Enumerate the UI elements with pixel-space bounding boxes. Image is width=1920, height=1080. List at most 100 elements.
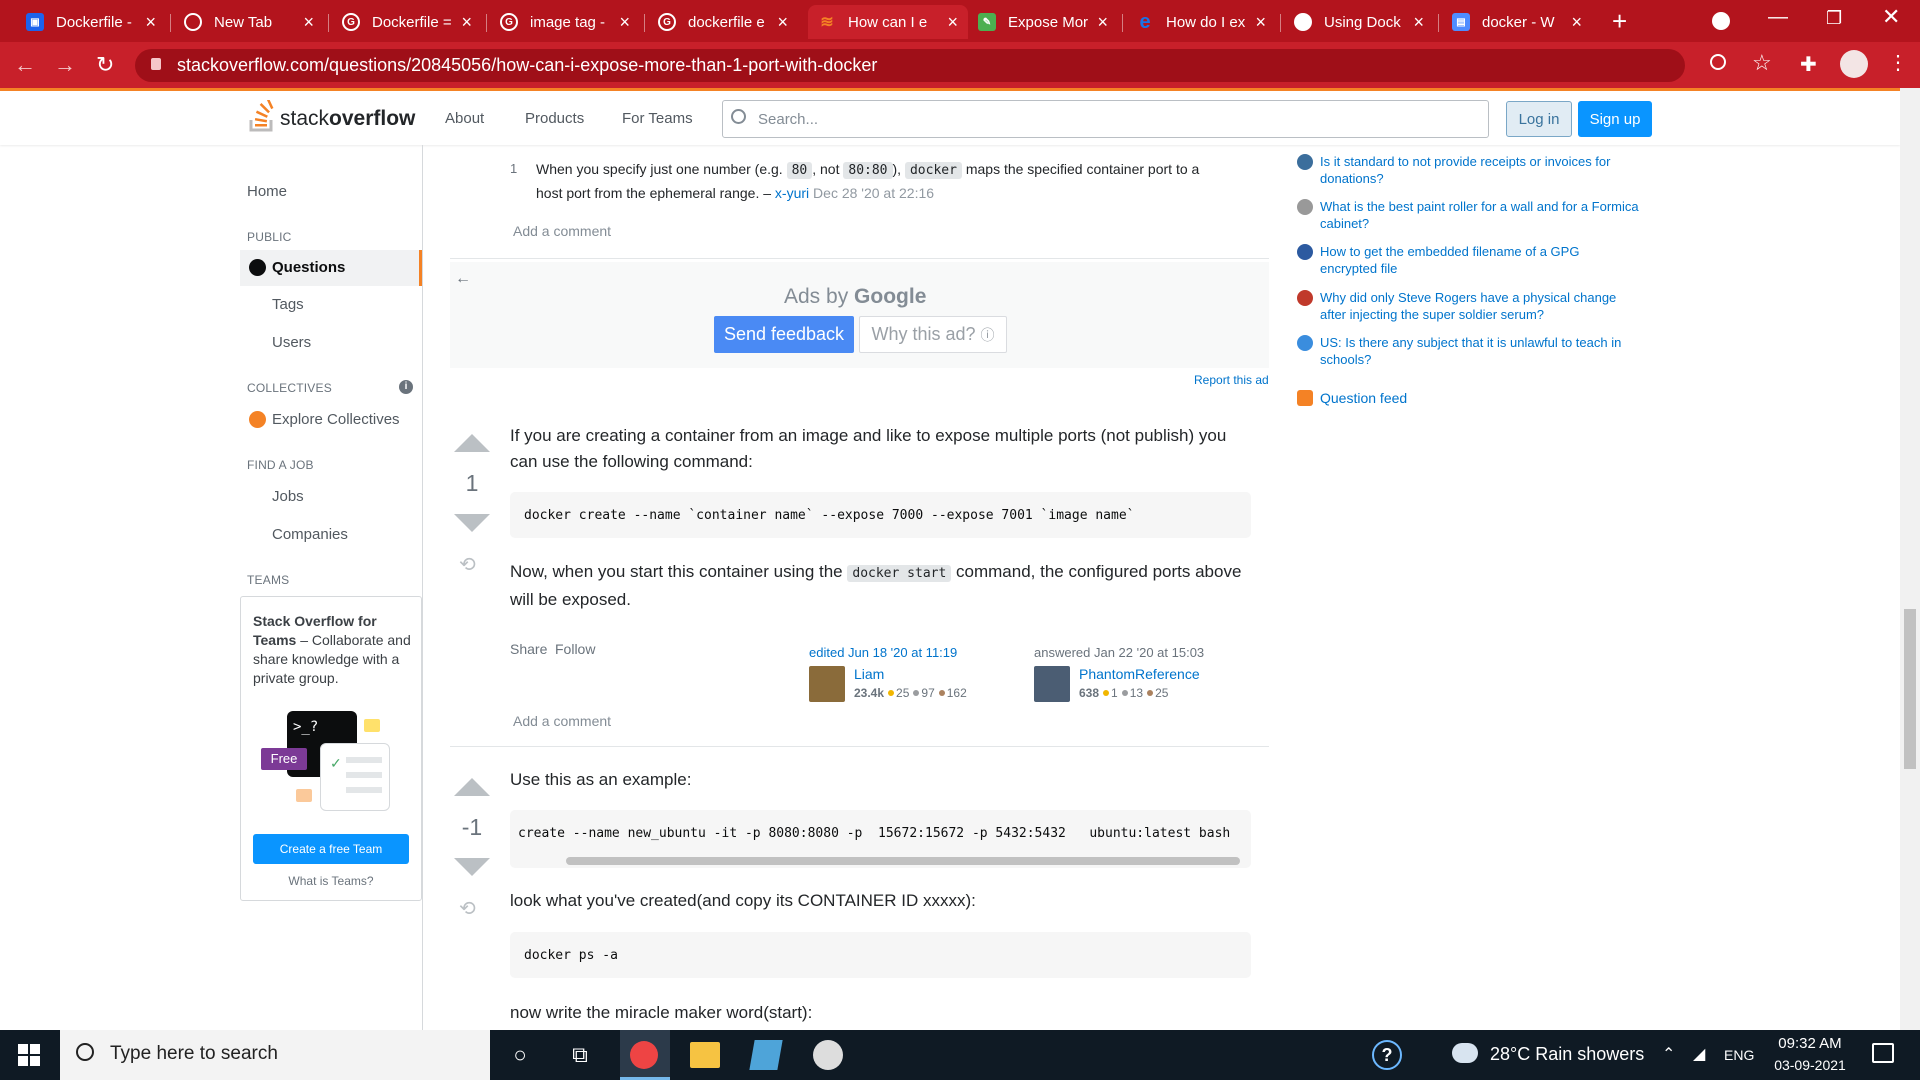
minimize-icon[interactable]: —: [1768, 6, 1788, 29]
nav-products[interactable]: Products: [525, 110, 584, 127]
tab-new-tab[interactable]: New Tab ×: [174, 5, 324, 39]
history-icon[interactable]: ⟲: [459, 552, 476, 577]
page-scrollbar[interactable]: [1900, 88, 1920, 1030]
tab-dockerfile-1[interactable]: ▣ Dockerfile - ×: [16, 5, 166, 39]
back-icon[interactable]: ←: [14, 52, 36, 78]
zoom-icon[interactable]: [1710, 54, 1726, 70]
follow-link[interactable]: Follow: [555, 641, 595, 657]
why-this-ad-button[interactable]: Why this ad? ⓘ: [859, 316, 1007, 353]
add-comment-link[interactable]: Add a comment: [513, 223, 611, 239]
edited-timestamp[interactable]: edited Jun 18 '20 at 11:19: [809, 645, 957, 660]
comment-user-link[interactable]: x-yuri: [775, 185, 809, 201]
avatar[interactable]: [809, 666, 845, 702]
help-icon[interactable]: ?: [1372, 1040, 1402, 1070]
comment-text-part: host port from the ephemeral range. –: [536, 185, 772, 201]
new-tab-button[interactable]: +: [1612, 6, 1627, 37]
tab-dockerfile-e[interactable]: G dockerfile e ×: [648, 5, 798, 39]
close-icon[interactable]: ×: [1413, 12, 1424, 33]
history-icon[interactable]: ⟲: [459, 896, 476, 921]
stackoverflow-logo-icon[interactable]: [248, 97, 276, 132]
clock-time[interactable]: 09:32 AM: [1774, 1035, 1846, 1052]
file-explorer-icon[interactable]: [690, 1042, 720, 1068]
menu-dots-icon[interactable]: ⋮: [1888, 50, 1908, 75]
close-icon[interactable]: ×: [1571, 12, 1582, 33]
author-name[interactable]: PhantomReference: [1079, 666, 1200, 682]
windows-start-icon[interactable]: [18, 1044, 40, 1066]
tab-image-tag[interactable]: G image tag - ×: [490, 5, 640, 39]
tab-using-dock[interactable]: Using Dock ×: [1284, 5, 1434, 39]
close-icon[interactable]: ×: [1097, 12, 1108, 33]
what-is-teams-link[interactable]: What is Teams?: [253, 874, 409, 888]
nav-for-teams[interactable]: For Teams: [622, 110, 693, 127]
info-icon[interactable]: i: [399, 380, 413, 394]
hot-question-link[interactable]: How to get the embedded filename of a GP…: [1320, 243, 1640, 277]
close-icon[interactable]: ×: [1255, 12, 1266, 33]
add-comment-link[interactable]: Add a comment: [513, 713, 611, 729]
login-button[interactable]: Log in: [1506, 101, 1572, 137]
nav-home[interactable]: Home: [247, 183, 287, 200]
close-icon[interactable]: ×: [777, 12, 788, 33]
task-view-icon[interactable]: ⧉: [563, 1038, 597, 1072]
close-icon[interactable]: ×: [947, 12, 958, 33]
close-icon[interactable]: ×: [461, 12, 472, 33]
signup-button[interactable]: Sign up: [1578, 101, 1652, 137]
tab-docker-w[interactable]: ▤ docker - W ×: [1442, 5, 1592, 39]
weather-text[interactable]: 28°C Rain showers: [1490, 1044, 1644, 1065]
paint-icon[interactable]: [813, 1040, 843, 1070]
extensions-icon[interactable]: ✚: [1800, 52, 1817, 77]
hot-question-link[interactable]: US: Is there any subject that it is unla…: [1320, 334, 1640, 368]
tab-how-can-i-expose[interactable]: ≋ How can I e ×: [808, 5, 968, 39]
profile-avatar[interactable]: [1840, 50, 1868, 78]
clock-date[interactable]: 03-09-2021: [1768, 1057, 1852, 1073]
create-free-team-button[interactable]: Create a free Team: [253, 834, 409, 864]
downvote-button[interactable]: [454, 858, 490, 876]
upvote-button[interactable]: [454, 778, 490, 796]
notifications-icon[interactable]: [1872, 1043, 1894, 1063]
nav-users[interactable]: Users: [272, 334, 311, 351]
downvote-button[interactable]: [454, 514, 490, 532]
nav-tags[interactable]: Tags: [272, 296, 304, 313]
question-feed-link[interactable]: Question feed: [1320, 390, 1407, 406]
notepad-icon[interactable]: [749, 1040, 783, 1070]
editor-name[interactable]: Liam: [854, 666, 884, 682]
hot-question-link[interactable]: Why did only Steve Rogers have a physica…: [1320, 289, 1640, 323]
nav-about[interactable]: About: [445, 110, 484, 127]
tab-how-do-i-ex[interactable]: e How do I ex ×: [1126, 5, 1276, 39]
scrollbar-thumb[interactable]: [1904, 609, 1916, 769]
search-input[interactable]: [722, 100, 1489, 138]
upvote-button[interactable]: [454, 434, 490, 452]
tab-expose-more[interactable]: ✎ Expose Mor ×: [968, 5, 1118, 39]
close-icon[interactable]: ×: [619, 12, 630, 33]
hot-question-link[interactable]: Is it standard to not provide receipts o…: [1320, 153, 1640, 187]
rep-score: 23.4k: [854, 686, 885, 700]
horizontal-scrollbar[interactable]: [566, 857, 1240, 865]
nav-jobs[interactable]: Jobs: [272, 488, 304, 505]
close-icon[interactable]: ×: [145, 12, 156, 33]
avatar[interactable]: [1034, 666, 1070, 702]
bookmark-star-icon[interactable]: ☆: [1752, 50, 1772, 76]
restore-icon[interactable]: ❐: [1826, 8, 1842, 29]
ads-by-google: Ads by Google: [784, 285, 926, 309]
report-ad-link[interactable]: Report this ad: [1194, 373, 1269, 387]
tab-search-icon[interactable]: [1712, 12, 1730, 30]
site-icon: [1297, 199, 1313, 215]
wifi-icon[interactable]: ◢: [1693, 1044, 1705, 1064]
reload-icon[interactable]: ↻: [96, 52, 114, 78]
answered-timestamp: answered Jan 22 '20 at 15:03: [1034, 645, 1205, 660]
nav-explore-collectives[interactable]: Explore Collectives: [272, 411, 400, 428]
nav-companies[interactable]: Companies: [272, 526, 348, 543]
google-wordmark: Google: [854, 285, 927, 308]
cortana-icon[interactable]: ○: [503, 1038, 537, 1072]
close-window-icon[interactable]: ✕: [1882, 4, 1900, 30]
close-icon[interactable]: ×: [303, 12, 314, 33]
language-indicator[interactable]: ENG: [1724, 1047, 1754, 1063]
hot-question-link[interactable]: What is the best paint roller for a wall…: [1320, 198, 1640, 232]
tab-dockerfile-2[interactable]: G Dockerfile = ×: [332, 5, 482, 39]
ad-back-icon[interactable]: ←: [455, 270, 471, 288]
send-feedback-button[interactable]: Send feedback: [714, 316, 854, 353]
share-link[interactable]: Share: [510, 641, 547, 657]
forward-icon[interactable]: →: [54, 52, 76, 78]
site-logo-text[interactable]: stackoverflow: [280, 107, 415, 131]
url-text[interactable]: stackoverflow.com/questions/20845056/how…: [177, 55, 877, 76]
chevron-up-icon[interactable]: ⌃: [1662, 1044, 1675, 1064]
